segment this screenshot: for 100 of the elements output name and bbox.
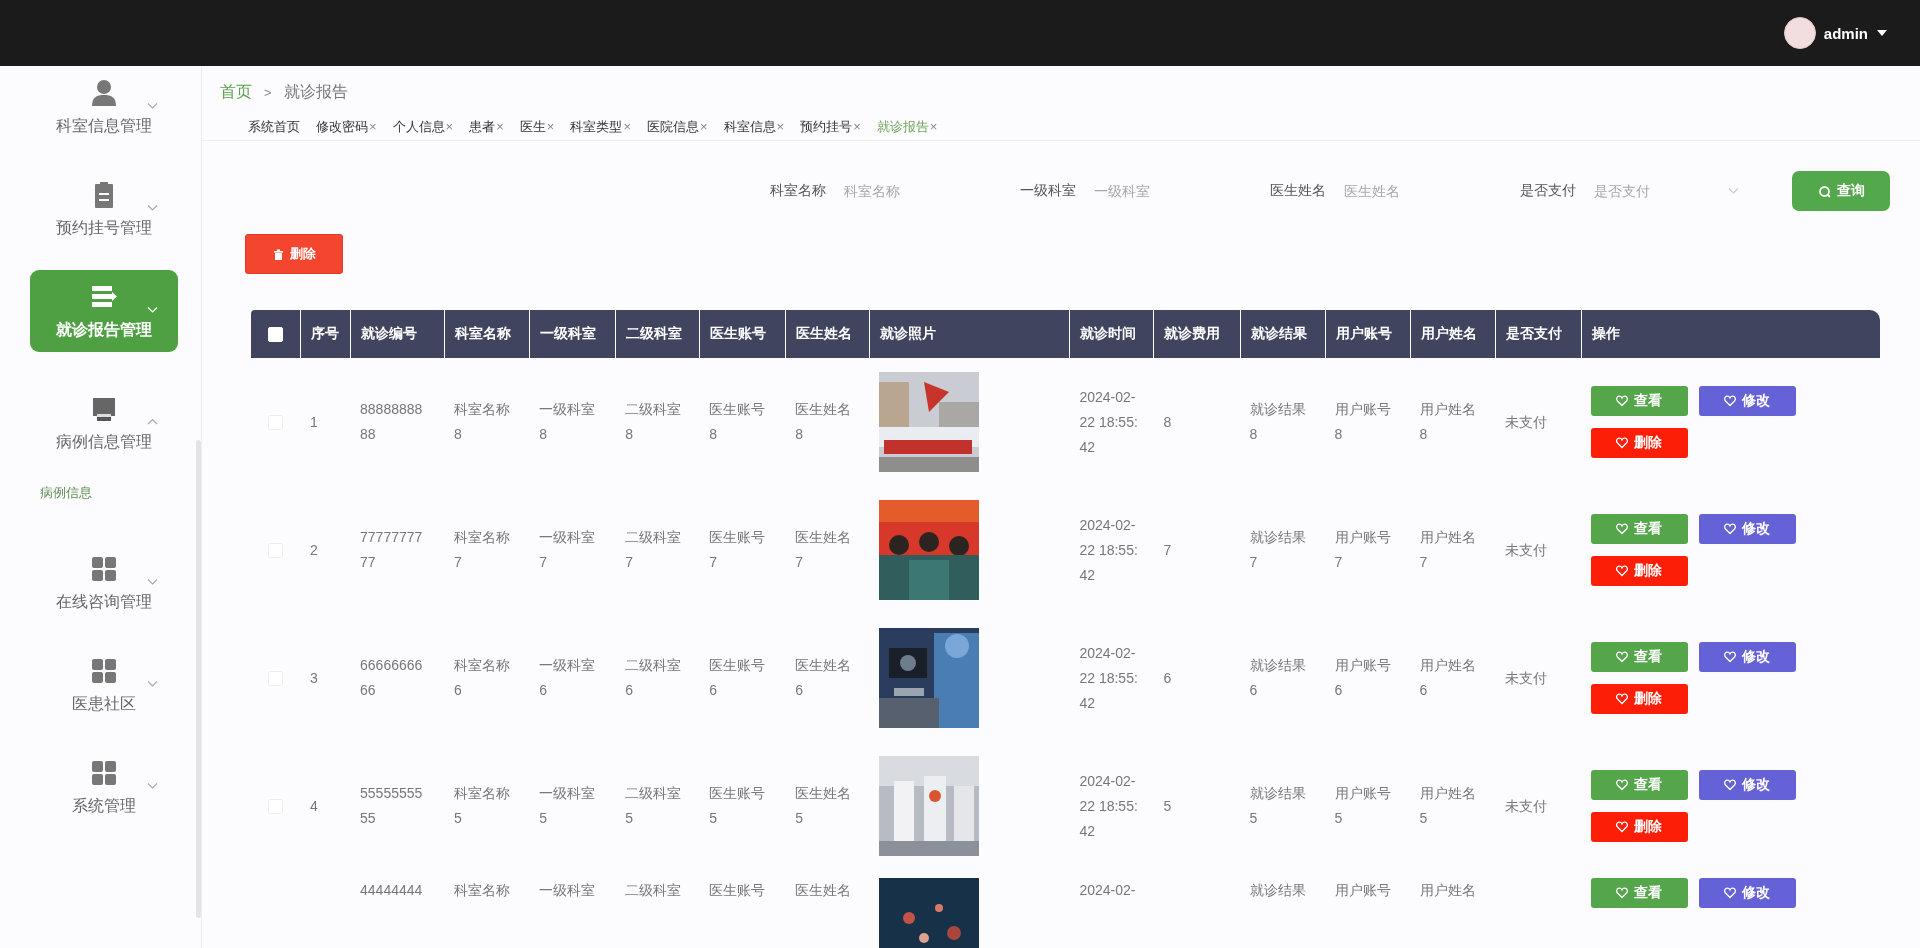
- table-cell-text: 科室名称5: [454, 784, 512, 828]
- table-cell-text: 5: [1163, 796, 1173, 816]
- view-button[interactable]: 查看: [1590, 514, 1688, 544]
- table-cell-text: 用户姓名: [1419, 881, 1477, 900]
- table-cell-text: 科室名称7: [454, 528, 512, 572]
- heart-icon: [1616, 693, 1629, 705]
- table-cell-text: 用户账号6: [1334, 656, 1392, 700]
- tab[interactable]: 患者×: [469, 118, 504, 136]
- table-cell-text: 二级科室: [625, 881, 683, 900]
- delete-button[interactable]: 删除: [1590, 812, 1688, 842]
- tab[interactable]: 预约挂号×: [800, 118, 861, 136]
- heart-icon: [1724, 779, 1737, 791]
- breadcrumb-link[interactable]: 首页: [220, 81, 252, 103]
- menu-item[interactable]: 在线咨询管理: [30, 542, 178, 624]
- tab[interactable]: 医生×: [519, 118, 555, 136]
- table-cell-text: 一级科室5: [539, 784, 597, 828]
- tab[interactable]: 科室信息×: [723, 118, 785, 136]
- table-cell-text: 医生姓名7: [795, 528, 853, 572]
- table-cell-text: 一级科室6: [539, 656, 597, 700]
- breadcrumb-current: 就诊报告: [283, 81, 348, 102]
- table-cell-text: 用户姓名7: [1419, 528, 1477, 572]
- caret-icon: [1876, 29, 1888, 37]
- delete-button[interactable]: 删除: [1590, 684, 1688, 714]
- tab[interactable]: 个人信息×: [392, 118, 454, 136]
- close-button[interactable]: ×: [369, 119, 377, 134]
- menu-item[interactable]: 医患社区: [30, 644, 178, 726]
- table-cell-text: 6: [1163, 668, 1173, 688]
- table-cell-text: 就诊结果7: [1249, 528, 1307, 572]
- input-field[interactable]: 一级科室: [1090, 176, 1248, 206]
- close-button[interactable]: ×: [546, 119, 555, 134]
- table-cell-text: 医生姓名8: [795, 400, 853, 444]
- table-cell-text: 用户姓名6: [1419, 656, 1477, 700]
- delete-button[interactable]: 删除: [245, 234, 343, 274]
- table-cell-text: 二级科室7: [625, 528, 683, 572]
- heart-icon: [1724, 887, 1737, 899]
- table-cell-text: 未支付: [1504, 412, 1548, 432]
- scrollbar[interactable]: [196, 440, 201, 918]
- avatar[interactable]: [1783, 17, 1816, 49]
- tab[interactable]: 医院信息×: [646, 118, 708, 136]
- close-button[interactable]: ×: [445, 119, 454, 134]
- edit-button[interactable]: 修改: [1698, 878, 1796, 908]
- heart-icon: [1616, 437, 1629, 449]
- column-header: 一级科室: [529, 310, 616, 358]
- view-button[interactable]: 查看: [1590, 770, 1688, 800]
- table-cell-text: 医生姓名5: [795, 784, 853, 828]
- table-cell-text: 一级科室8: [539, 400, 597, 444]
- tab[interactable]: 科室类型×: [570, 118, 631, 136]
- input-field[interactable]: 科室名称: [840, 176, 998, 206]
- table-cell-text: 医生账号8: [709, 400, 767, 444]
- heart-icon: [1616, 523, 1629, 535]
- edit-button[interactable]: 修改: [1698, 386, 1796, 416]
- search-button[interactable]: 查询: [1792, 171, 1890, 211]
- heart-icon: [1616, 565, 1629, 577]
- submenu-item[interactable]: 病例信息: [40, 484, 92, 502]
- table-cell-text: 科室名称6: [454, 656, 512, 700]
- input-field[interactable]: 医生姓名: [1340, 176, 1498, 206]
- edit-button[interactable]: 修改: [1698, 514, 1796, 544]
- close-button[interactable]: ×: [699, 119, 708, 134]
- menu-item[interactable]: 病例信息管理: [30, 382, 178, 464]
- tab[interactable]: 修改密码×: [316, 118, 377, 136]
- user-name[interactable]: admin: [1823, 24, 1868, 42]
- table-cell-text: 用户姓名5: [1419, 784, 1477, 828]
- menu-item[interactable]: 科室信息管理: [30, 66, 178, 148]
- table-cell-text: 4: [310, 796, 319, 816]
- close-button[interactable]: ×: [496, 119, 504, 134]
- delete-button[interactable]: 删除: [1590, 428, 1688, 458]
- column-header: 就诊费用: [1153, 310, 1240, 358]
- menu-item[interactable]: 系统管理: [30, 746, 178, 828]
- view-button[interactable]: 查看: [1590, 642, 1688, 672]
- heart-icon: [1724, 395, 1737, 407]
- close-button[interactable]: ×: [853, 119, 861, 134]
- table-cell-text: 一级科室: [539, 881, 597, 900]
- tab[interactable]: 系统首页: [248, 118, 300, 136]
- table-cell-text: 科室名称: [454, 881, 512, 900]
- table-cell-text: 医生账号6: [709, 656, 767, 700]
- view-button[interactable]: 查看: [1590, 878, 1688, 908]
- menu-item[interactable]: 预约挂号管理: [30, 168, 178, 250]
- field-label: 医生姓名: [1270, 182, 1326, 200]
- close-button[interactable]: ×: [929, 119, 938, 134]
- view-button[interactable]: 查看: [1590, 386, 1688, 416]
- close-button[interactable]: ×: [623, 119, 631, 134]
- table-cell-text: 8: [1163, 412, 1173, 432]
- select-field[interactable]: 是否支付: [1590, 176, 1728, 206]
- heart-icon: [1724, 523, 1737, 535]
- heart-icon: [1616, 651, 1629, 663]
- table-cell-text: 医生姓名6: [795, 656, 853, 700]
- edit-button[interactable]: 修改: [1698, 642, 1796, 672]
- table-cell-text: 44444444: [360, 881, 424, 900]
- menu-item[interactable]: 就诊报告管理: [30, 270, 178, 352]
- close-button[interactable]: ×: [776, 119, 785, 134]
- table-cell-text: 医生账号: [709, 881, 767, 900]
- edit-button[interactable]: 修改: [1698, 770, 1796, 800]
- table-cell-text: 8888888888: [360, 400, 424, 444]
- delete-button[interactable]: 删除: [1590, 556, 1688, 586]
- column-header: 序号: [300, 310, 351, 358]
- column-header: 操作: [1580, 310, 1880, 358]
- table-cell-text: 用户账号: [1334, 881, 1392, 900]
- tab[interactable]: 就诊报告×: [876, 118, 938, 136]
- table-cell-text: 3: [310, 668, 319, 688]
- table-cell-text: 7777777777: [360, 528, 424, 572]
